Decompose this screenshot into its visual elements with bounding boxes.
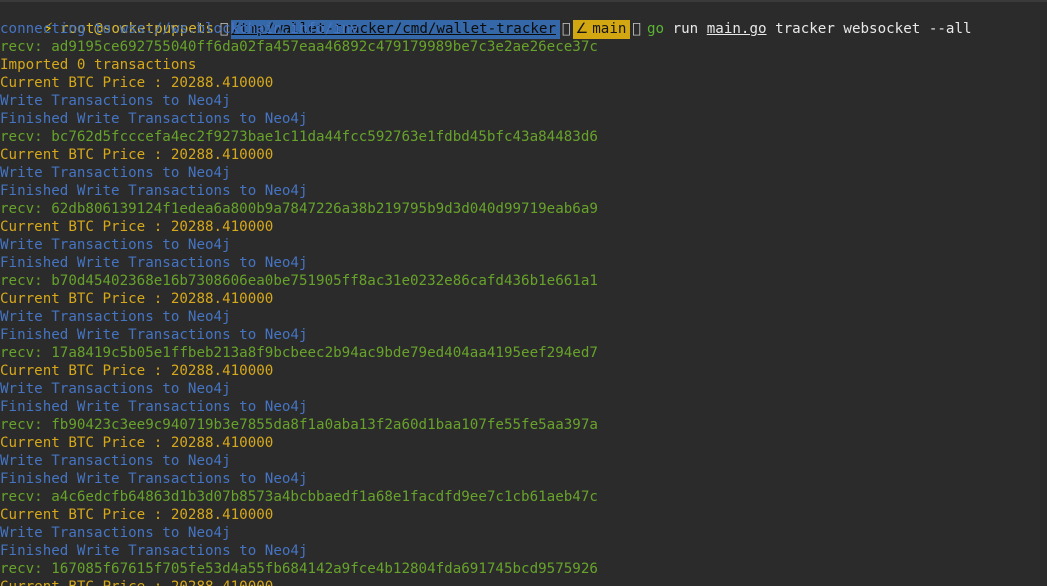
output-line: Write Transactions to Neo4j: [0, 309, 231, 325]
output-line: Finished Write Transactions to Neo4j: [0, 327, 308, 343]
output-line: Finished Write Transactions to Neo4j: [0, 111, 308, 127]
output-line: Write Transactions to Neo4j: [0, 93, 231, 109]
output-line: recv: 62db806139124f1edea6a800b9a7847226…: [0, 201, 598, 217]
output-line: Current BTC Price : 20288.410000: [0, 219, 274, 235]
terminal-output: connecting to wss://ws.blockchain.info/i…: [0, 20, 1047, 586]
output-line: Finished Write Transactions to Neo4j: [0, 399, 308, 415]
output-line: Write Transactions to Neo4j: [0, 453, 231, 469]
shell-prompt: ⚡root@socketpuppets/tmp/wallet-tracker/…: [0, 1, 1047, 39]
output-line: Current BTC Price : 20288.410000: [0, 147, 274, 163]
output-line: Imported 0 transactions: [0, 57, 197, 73]
output-line: Current BTC Price : 20288.410000: [0, 75, 274, 91]
output-line: Write Transactions to Neo4j: [0, 165, 231, 181]
output-line: Write Transactions to Neo4j: [0, 381, 231, 397]
output-line: Current BTC Price : 20288.410000: [0, 507, 274, 523]
output-line: Write Transactions to Neo4j: [0, 237, 231, 253]
output-line: recv: b70d45402368e16b7308606ea0be751905…: [0, 273, 598, 289]
output-line: recv: 167085f67615f705fe53d4a55fb684142a…: [0, 561, 598, 577]
output-line: recv: ad9195ce692755040ff6da02fa457eaa46…: [0, 39, 598, 55]
output-line: Finished Write Transactions to Neo4j: [0, 543, 308, 559]
output-line: recv: a4c6edcfb64863d1b3d07b8573a4bcbbae…: [0, 489, 598, 505]
output-line: Finished Write Transactions to Neo4j: [0, 471, 308, 487]
output-line: Finished Write Transactions to Neo4j: [0, 255, 308, 271]
output-line: recv: fb90423c3ee9c940719b3e7855da8f1a0a…: [0, 417, 598, 433]
output-line: Current BTC Price : 20288.410000: [0, 578, 1047, 586]
output-line: Write Transactions to Neo4j: [0, 525, 231, 541]
output-line: recv: 17a8419c5b05e1ffbeb213a8f9bcbeec2b…: [0, 345, 598, 361]
output-line: connecting to wss://ws.blockchain.info/i…: [0, 21, 359, 37]
output-line: recv: bc762d5fcccefa4ec2f9273bae1c11da44…: [0, 129, 598, 145]
output-line: Finished Write Transactions to Neo4j: [0, 183, 308, 199]
output-line: Current BTC Price : 20288.410000: [0, 363, 274, 379]
output-line: Current BTC Price : 20288.410000: [0, 435, 274, 451]
output-line: Current BTC Price : 20288.410000: [0, 291, 274, 307]
terminal-window[interactable]: ⚡root@socketpuppets/tmp/wallet-tracker/…: [0, 0, 1047, 586]
